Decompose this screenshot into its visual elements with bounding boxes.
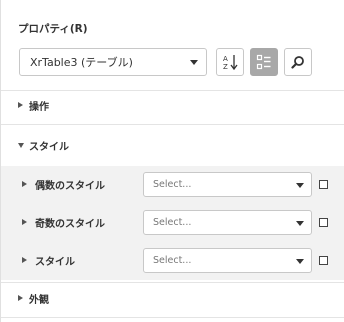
style-properties-group: 偶数のスタイル Select... 奇数のスタイル Select... スタイル… [1, 166, 344, 280]
categorized-view-button[interactable] [250, 48, 278, 76]
chevron-right-icon [18, 102, 23, 108]
property-label: スタイル [35, 257, 75, 268]
property-row-style: スタイル Select... [1, 245, 344, 275]
object-selector-value: XrTable3 (テーブル) [30, 56, 133, 69]
chevron-right-icon[interactable] [22, 257, 27, 263]
search-button[interactable] [284, 48, 312, 76]
object-selector-dropdown[interactable]: XrTable3 (テーブル) [19, 48, 207, 76]
section-styles[interactable]: スタイル [1, 134, 344, 156]
divider [1, 90, 344, 91]
divider [1, 124, 344, 125]
odd-style-select[interactable]: Select... [143, 210, 312, 235]
sort-alphabetical-button[interactable]: A Z [216, 48, 244, 76]
section-actions-label: 操作 [29, 101, 49, 113]
property-label: 奇数のスタイル [35, 219, 105, 230]
even-style-select[interactable]: Select... [143, 172, 312, 197]
search-icon [291, 56, 304, 69]
chevron-down-icon [18, 142, 24, 148]
section-appearance[interactable]: 外観 [1, 287, 344, 309]
section-actions[interactable]: 操作 [1, 94, 344, 116]
sort-alphabetical-icon: A Z [223, 55, 238, 71]
property-row-odd-style: 奇数のスタイル Select... [1, 207, 344, 237]
select-placeholder: Select... [153, 179, 192, 190]
odd-style-checkbox[interactable] [319, 218, 328, 227]
select-placeholder: Select... [153, 255, 192, 266]
properties-panel: プロパティ(R) XrTable3 (テーブル) A Z 操作 スタイル 偶数の… [0, 0, 344, 322]
divider [1, 317, 344, 318]
chevron-right-icon[interactable] [22, 181, 27, 187]
chevron-right-icon[interactable] [22, 219, 27, 225]
chevron-right-icon [18, 295, 23, 301]
style-checkbox[interactable] [319, 256, 328, 265]
section-appearance-label: 外観 [29, 294, 49, 306]
chevron-down-icon [190, 60, 198, 65]
property-row-even-style: 偶数のスタイル Select... [1, 169, 344, 199]
section-styles-label: スタイル [29, 141, 69, 153]
chevron-down-icon [296, 221, 304, 226]
chevron-down-icon [296, 259, 304, 264]
svg-text:A: A [223, 55, 228, 63]
chevron-down-icon [296, 183, 304, 188]
even-style-checkbox[interactable] [319, 180, 328, 189]
svg-text:Z: Z [223, 63, 228, 71]
categorized-view-icon [256, 54, 271, 70]
select-placeholder: Select... [153, 217, 192, 228]
panel-title: プロパティ(R) [18, 23, 88, 35]
style-select[interactable]: Select... [143, 248, 312, 273]
property-label: 偶数のスタイル [35, 181, 105, 192]
divider [1, 282, 344, 283]
